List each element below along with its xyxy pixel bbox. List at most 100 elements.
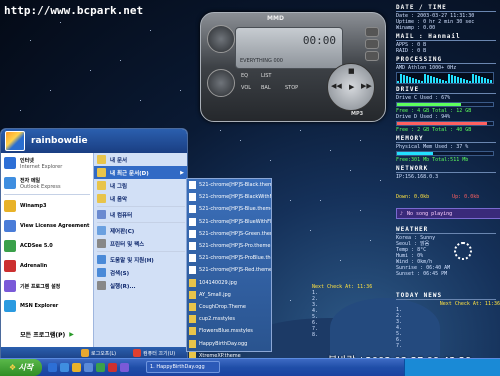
cpu-graph-bar	[436, 78, 438, 83]
all-programs-button[interactable]: 모든 프로그램(P) ▶	[1, 327, 93, 341]
pinned-program-item[interactable]: 인터넷 Internet Explorer	[1, 153, 93, 173]
document-icon	[189, 302, 196, 311]
recent-document-item[interactable]: cup2.msstyles	[187, 313, 271, 325]
divider	[396, 233, 496, 234]
vol-label[interactable]: VOL	[241, 85, 251, 91]
taskbar-item-winamp[interactable]: 1. HappyBirthDay.ogg	[146, 361, 220, 373]
places-label: 도움말 및 지원(H)	[110, 257, 154, 264]
document-icon	[189, 327, 196, 336]
logoff-button[interactable]: 로그오프(L)	[81, 349, 116, 357]
recent-document-item[interactable]: 521-chrome[HP]S-Green.theme	[187, 228, 271, 240]
recent-document-item[interactable]: FlowersBlue.msstyles	[187, 325, 271, 337]
recent-document-item[interactable]: 104140029.jpg	[187, 277, 271, 289]
program-subtitle: Outlook Express	[20, 183, 61, 190]
winamp-quicklaunch-icon[interactable]	[72, 363, 81, 372]
places-item[interactable]: 실행(R)...	[94, 279, 187, 292]
pinned-program-item[interactable]: MSN Explorer	[1, 296, 93, 316]
document-icon	[189, 217, 196, 226]
pinned-program-item[interactable]: Adrenalin	[1, 256, 93, 276]
minimize-button[interactable]	[365, 27, 379, 37]
recent-document-item[interactable]: 521-chrome[HP]S-ProBlue.theme	[187, 252, 271, 264]
media-player[interactable]: MMD 00:00 EVERYTHING 000 EQ LIST VOL BAL…	[200, 12, 386, 122]
windows-logo-icon: ❖	[9, 363, 17, 372]
outlook-quicklaunch-icon[interactable]	[60, 363, 69, 372]
places-item[interactable]: 프린터 및 팩스	[94, 237, 187, 250]
places-item[interactable]: 도움말 및 지원(H)	[94, 253, 187, 266]
star	[20, 110, 21, 111]
transport-pad[interactable]: ◀◀ ■ ▶ ▶▶	[327, 63, 375, 111]
places-item[interactable]: 내 음악	[94, 192, 187, 205]
recent-document-item[interactable]: 521-chrome[HP]S-Black.theme	[187, 179, 271, 191]
pinned-program-item[interactable]: 기본 프로그램 설정	[1, 276, 93, 296]
places-item[interactable]: 내 문서	[94, 153, 187, 166]
document-name: FlowersBlue.msstyles	[199, 328, 253, 335]
recent-document-item[interactable]: CoughDrop.Theme	[187, 301, 271, 313]
places-label: 실행(R)...	[110, 283, 136, 290]
star	[30, 40, 31, 41]
shutdown-button[interactable]: 컴퓨터 끄기(U)	[133, 349, 175, 357]
pinned-program-item[interactable]: Winamp3	[1, 196, 93, 216]
pinned-program-item[interactable]: View License Agreement	[1, 216, 93, 236]
desktop-quicklaunch-icon[interactable]	[84, 363, 93, 372]
cpu-graph-bar	[454, 76, 456, 83]
places-item[interactable]: 검색(S)	[94, 266, 187, 279]
recent-document-item[interactable]: 521-chrome[HP]S-Pro.theme	[187, 240, 271, 252]
stop-icon[interactable]: ■	[348, 67, 355, 75]
playlist-button[interactable]	[365, 39, 379, 49]
document-name: AY_Small.jpg	[199, 291, 231, 298]
star	[290, 300, 291, 301]
next-icon[interactable]: ▶▶	[361, 82, 372, 90]
list-label[interactable]: LIST	[261, 73, 272, 79]
bal-label[interactable]: BAL	[261, 85, 271, 91]
recent-document-item[interactable]: HappyBirthDay.ogg	[187, 337, 271, 349]
user-avatar[interactable]	[5, 131, 25, 151]
download-meter: Down: 0.0kb Up: 0.0kb	[396, 194, 500, 200]
prev-icon[interactable]: ◀◀	[331, 82, 342, 90]
recent-document-item[interactable]: AY_Small.jpg	[187, 289, 271, 301]
eq-button[interactable]	[365, 51, 379, 61]
places-item[interactable]: 내 최근 문서(D) ▶	[94, 166, 187, 179]
folder-icon	[97, 226, 106, 235]
play-icon[interactable]: ▶	[349, 83, 354, 91]
volume-dial[interactable]	[207, 25, 235, 53]
document-name: 521-chrome[HP]S-Black.theme	[199, 182, 271, 189]
ie-quicklaunch-icon[interactable]	[48, 363, 57, 372]
next-check-panel: Next Check At: 11:36 1. 2. 3. 4. 5. 6. 7. 8.	[312, 284, 398, 338]
document-name: 521-chrome[HP]S-Green.theme	[199, 230, 271, 237]
places-item[interactable]: 내 그림	[94, 179, 187, 192]
cpu-graph-bar	[397, 81, 399, 83]
arrow-right-icon: ▶	[69, 330, 74, 338]
pinned-program-item[interactable]: ACDSee 5.0	[1, 236, 93, 256]
eq-label[interactable]: EQ	[241, 73, 248, 79]
places-label: 제어판(C)	[110, 228, 135, 235]
star	[220, 130, 221, 131]
check-item[interactable]: 8.	[312, 332, 398, 338]
program-name: View License Agreement	[20, 223, 90, 229]
recent-document-item[interactable]: 521-chrome[HP]S-BlueWithFlag.theme	[187, 216, 271, 228]
recent-document-item[interactable]: 521-chrome[HP]S-Red.theme	[187, 264, 271, 276]
cpu-graph-bar	[406, 76, 408, 83]
recent-document-item[interactable]: 521-chrome[HP]S-BlackWithFlag.theme	[187, 191, 271, 203]
folder-icon	[97, 239, 106, 248]
weather-line: Sunset : 06:45 PM	[396, 271, 448, 277]
app-quicklaunch-icon[interactable]	[120, 363, 129, 372]
balance-dial[interactable]	[207, 69, 235, 97]
star	[350, 170, 351, 171]
acdsee-quicklaunch-icon[interactable]	[96, 363, 105, 372]
places-item[interactable]: 제어판(C)	[94, 224, 187, 237]
app-quicklaunch-icon[interactable]	[108, 363, 117, 372]
program-icon	[4, 260, 16, 272]
star	[300, 130, 301, 131]
news-item[interactable]: 7.	[396, 343, 500, 349]
star	[320, 200, 321, 201]
document-name: 521-chrome[HP]S-Pro.theme	[199, 243, 271, 250]
cpu-graph-bar	[400, 74, 402, 83]
program-icon	[4, 157, 16, 169]
user-name: rainbowdie	[31, 136, 88, 146]
start-button[interactable]: ❖ 시작	[0, 359, 42, 376]
recent-document-item[interactable]: 521-chrome[HP]S-Blue.theme	[187, 203, 271, 215]
drive-c-used: Drive C Used : 67%	[396, 95, 451, 101]
places-item[interactable]: 내 컴퓨터	[94, 208, 187, 221]
stop-label[interactable]: STOP	[285, 85, 298, 91]
pinned-program-item[interactable]: 전자 메일 Outlook Express	[1, 173, 93, 193]
